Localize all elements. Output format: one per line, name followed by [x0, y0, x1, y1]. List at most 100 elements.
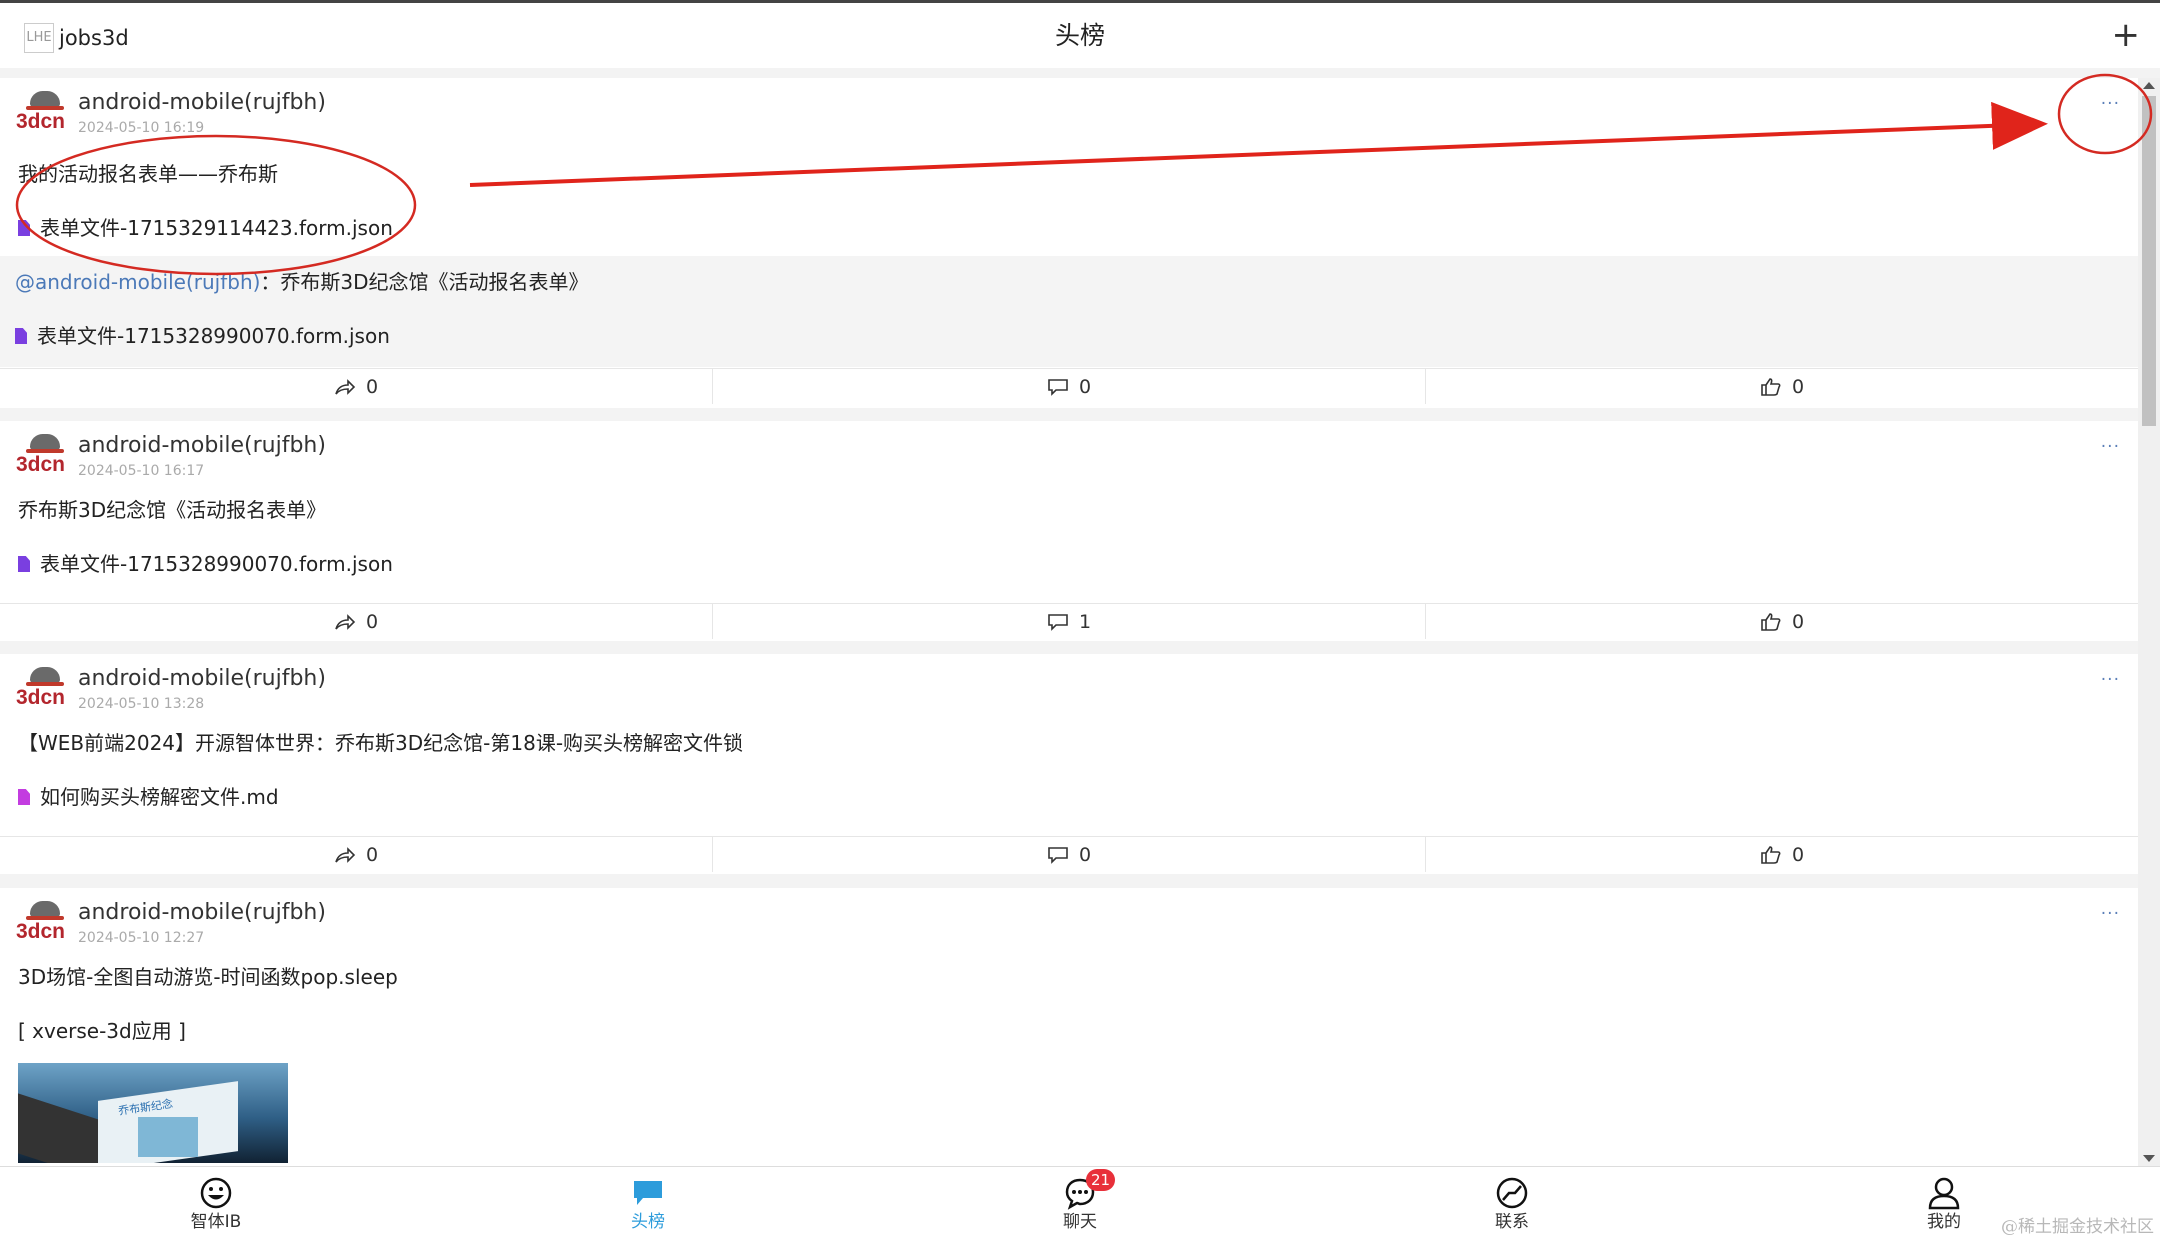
share-count: 0	[365, 610, 379, 633]
more-options-button[interactable]: ···	[2101, 670, 2120, 690]
nav-item-toubang[interactable]: 头榜	[588, 1175, 708, 1233]
post-text: 3D场馆-全图自动游览-时间函数pop.sleep	[18, 965, 398, 989]
nav-label: 联系	[1495, 1212, 1529, 1232]
quote-content: ：乔布斯3D纪念馆《活动报名表单》	[260, 270, 589, 294]
share-button[interactable]: 0	[0, 369, 713, 404]
post-card: 3dcn android-mobile(rujfbh) 2024-05-10 1…	[0, 421, 2138, 641]
mention-link[interactable]: @android-mobile(rujfbh)	[15, 270, 260, 294]
nav-item-contacts[interactable]: 联系	[1452, 1175, 1572, 1233]
share-count: 0	[365, 843, 379, 866]
nav-item-chat[interactable]: 21 聊天	[1020, 1169, 1140, 1233]
more-options-button[interactable]: ···	[2101, 437, 2120, 457]
chat-bubble-icon	[634, 1181, 662, 1205]
post-author[interactable]: android-mobile(rujfbh)	[78, 432, 326, 460]
file-attachment[interactable]: 表单文件-1715328990070.form.json	[18, 550, 393, 578]
post-author[interactable]: android-mobile(rujfbh)	[78, 665, 326, 693]
comment-icon	[1048, 846, 1068, 864]
comment-button[interactable]: 1	[713, 604, 1426, 639]
post-image[interactable]: 乔布斯纪念	[18, 1063, 288, 1163]
thumbs-up-icon	[1761, 612, 1781, 631]
user-icon	[1928, 1177, 1960, 1210]
file-name: 表单文件-1715329114423.form.json	[40, 216, 393, 240]
nav-label: 我的	[1927, 1212, 1961, 1232]
post-text: 乔布斯3D纪念馆《活动报名表单》	[18, 498, 327, 522]
comment-count: 0	[1078, 843, 1092, 866]
share-count: 0	[365, 375, 379, 398]
file-name: 表单文件-1715328990070.form.json	[37, 324, 390, 348]
feed-scrollbar[interactable]	[2138, 78, 2160, 1166]
share-icon	[335, 378, 356, 395]
nav-item-zhiti[interactable]: 智体IB	[156, 1175, 276, 1233]
like-button[interactable]: 0	[1426, 369, 2138, 404]
page-title: 头榜	[1054, 21, 1105, 50]
watermark: @稀土掘金技术社区	[2001, 1217, 2154, 1237]
comment-button[interactable]: 0	[713, 369, 1426, 404]
post-tag[interactable]: [ xverse-3d应用 ]	[18, 1017, 186, 1045]
file-icon	[15, 328, 27, 344]
file-attachment[interactable]: 表单文件-1715329114423.form.json	[18, 214, 393, 242]
share-button[interactable]: 0	[0, 604, 713, 639]
post-text: 我的活动报名表单——乔布斯	[18, 162, 278, 186]
post-time: 2024-05-10 16:19	[78, 120, 205, 136]
top-header: LHE jobs3d 头榜 +	[0, 0, 2160, 68]
more-options-button[interactable]: ···	[2101, 904, 2120, 924]
comment-icon	[1048, 613, 1068, 631]
post-actions: 0 0 0	[0, 836, 2138, 872]
post-time: 2024-05-10 16:17	[78, 463, 205, 479]
file-icon	[18, 220, 30, 236]
avatar[interactable]: 3dcn	[16, 664, 66, 712]
file-name: 表单文件-1715328990070.form.json	[40, 552, 393, 576]
post-actions: 0 0 0	[0, 368, 2138, 404]
scrollbar-thumb[interactable]	[2142, 96, 2156, 426]
avatar-brand: 3dcn	[16, 110, 66, 133]
avatar[interactable]: 3dcn	[16, 431, 66, 479]
like-button[interactable]: 0	[1426, 604, 2138, 639]
cloud-logo-icon	[26, 434, 64, 453]
unread-badge: 21	[1086, 1169, 1116, 1191]
avatar[interactable]: 3dcn	[16, 88, 66, 136]
scroll-down-arrow-icon[interactable]	[2143, 1155, 2155, 1162]
file-icon	[18, 556, 30, 572]
avatar-brand: 3dcn	[16, 920, 66, 943]
post-author[interactable]: android-mobile(rujfbh)	[78, 89, 326, 117]
like-count: 0	[1791, 610, 1805, 633]
file-attachment[interactable]: 表单文件-1715328990070.form.json	[15, 322, 390, 350]
cloud-logo-icon	[26, 901, 64, 920]
post-time: 2024-05-10 12:27	[78, 930, 205, 946]
nav-icon-wrap	[156, 1175, 276, 1211]
post-actions: 0 1 0	[0, 603, 2138, 639]
like-button[interactable]: 0	[1426, 837, 2138, 872]
thumbs-up-icon	[1761, 377, 1781, 396]
thumbs-up-icon	[1761, 845, 1781, 864]
add-post-button[interactable]: +	[2112, 15, 2141, 55]
post-card: 3dcn android-mobile(rujfbh) 2024-05-10 1…	[0, 654, 2138, 874]
compass-slash-icon	[1496, 1177, 1528, 1209]
bottom-navigation: 智体IB 头榜 21 聊天 联系 我的	[0, 1166, 2160, 1239]
nav-item-me[interactable]: 我的	[1884, 1175, 2004, 1233]
image-shadow	[18, 1093, 108, 1163]
file-name: 如何购买头榜解密文件.md	[40, 785, 279, 809]
scroll-up-arrow-icon[interactable]	[2143, 82, 2155, 89]
post-feed[interactable]: 3dcn android-mobile(rujfbh) 2024-05-10 1…	[0, 78, 2138, 1166]
cloud-logo-icon	[26, 91, 64, 110]
cloud-logo-icon	[26, 667, 64, 686]
share-icon	[335, 846, 356, 863]
nav-icon-wrap: 21	[1020, 1169, 1140, 1211]
image-screen	[138, 1117, 198, 1157]
like-count: 0	[1791, 375, 1805, 398]
smile-face-icon	[200, 1177, 232, 1209]
post-author[interactable]: android-mobile(rujfbh)	[78, 899, 326, 927]
quoted-post[interactable]: @android-mobile(rujfbh)：乔布斯3D纪念馆《活动报名表单》…	[0, 256, 2138, 367]
comment-icon	[1048, 378, 1068, 396]
nav-icon-wrap	[588, 1175, 708, 1211]
more-options-button[interactable]: ···	[2101, 94, 2120, 114]
post-text: 【WEB前端2024】开源智体世界：乔布斯3D纪念馆-第18课-购买头榜解密文件…	[18, 731, 744, 755]
quote-text: @android-mobile(rujfbh)：乔布斯3D纪念馆《活动报名表单》	[15, 268, 589, 296]
nav-label: 头榜	[631, 1212, 665, 1232]
nav-label: 聊天	[1063, 1212, 1097, 1232]
comment-button[interactable]: 0	[713, 837, 1426, 872]
file-attachment[interactable]: 如何购买头榜解密文件.md	[18, 783, 279, 811]
share-icon	[335, 613, 356, 630]
share-button[interactable]: 0	[0, 837, 713, 872]
avatar[interactable]: 3dcn	[16, 898, 66, 946]
